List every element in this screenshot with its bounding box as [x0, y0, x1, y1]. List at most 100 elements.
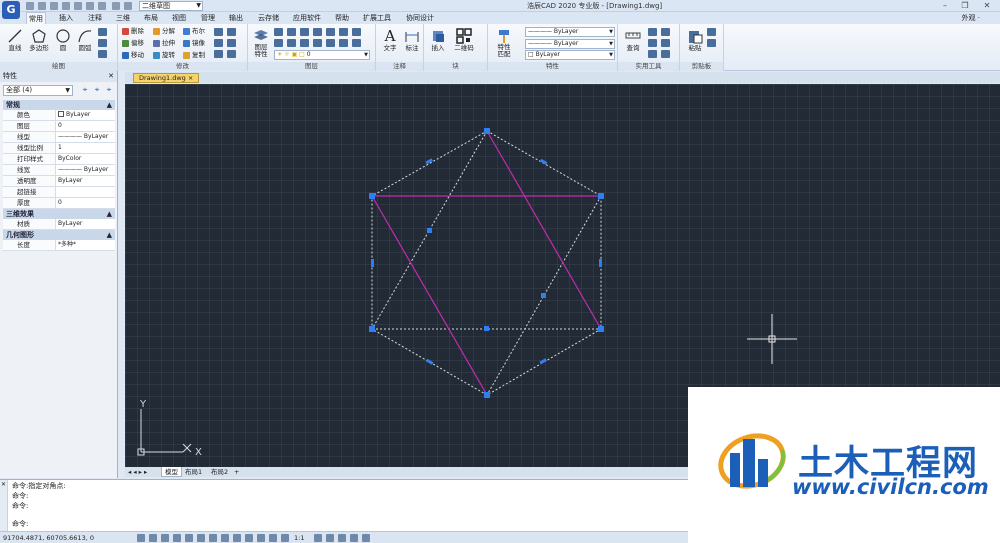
tab-manage[interactable]: 管理 — [199, 12, 217, 24]
dimension-button[interactable]: 标注 — [401, 28, 423, 53]
customize-status-icon[interactable] — [362, 534, 370, 542]
property-row[interactable]: 线型 ———— ByLayer — [3, 132, 115, 143]
property-row[interactable]: 厚度 0 — [3, 198, 115, 209]
close-icon[interactable]: ✕ — [980, 0, 994, 11]
open-file-icon[interactable] — [38, 2, 46, 10]
pickadd-icon[interactable]: ⌖ — [104, 85, 114, 95]
property-row[interactable]: 打印样式 ByColor — [3, 154, 115, 165]
insert-block-button[interactable]: 插入 — [427, 28, 449, 53]
tab-extensions[interactable]: 扩展工具 — [361, 12, 393, 24]
qrcode-button[interactable]: 二维码 — [451, 28, 477, 53]
arc-button[interactable]: 圆弧 — [74, 28, 96, 53]
layer-tool-icon[interactable] — [300, 38, 309, 47]
fullscreen-icon[interactable] — [350, 534, 358, 542]
copy-button[interactable]: 复制 — [183, 50, 205, 61]
line-button[interactable]: 直线 — [4, 28, 26, 53]
layer-tool-icon[interactable] — [339, 27, 348, 36]
layer-tool-icon[interactable] — [313, 27, 322, 36]
layer-tool-icon[interactable] — [274, 38, 283, 47]
tab-layout2[interactable]: 布局2 — [208, 467, 231, 477]
linetype-select[interactable]: ———— ByLayer ▼ — [525, 39, 615, 49]
section-geometry[interactable]: 几何图形 ▲ — [3, 230, 115, 240]
extend-icon[interactable] — [227, 27, 236, 36]
property-row[interactable]: 图层 0 — [3, 121, 115, 132]
layer-tool-icon[interactable] — [326, 27, 335, 36]
tab-cloud[interactable]: 云存储 — [256, 12, 281, 24]
hatch-icon[interactable] — [98, 38, 107, 47]
appearance-menu[interactable]: 外观 · — [962, 12, 980, 24]
color-select[interactable]: ———— ByLayer ▼ — [525, 27, 615, 37]
layer-tool-icon[interactable] — [287, 27, 296, 36]
tab-output[interactable]: 输出 — [227, 12, 245, 24]
lineweight-select[interactable]: □ ByLayer ▼ — [525, 50, 615, 60]
hexagon-polyline[interactable] — [371, 130, 602, 396]
rectangle-icon[interactable] — [98, 27, 107, 36]
snap-icon[interactable] — [149, 534, 157, 542]
isolate-icon[interactable] — [338, 534, 346, 542]
layer-tool-icon[interactable] — [287, 38, 296, 47]
tab-view[interactable]: 视图 — [170, 12, 188, 24]
rotate-button[interactable]: 旋转 — [153, 50, 175, 61]
property-row[interactable]: 材质 ByLayer — [3, 219, 115, 230]
property-row[interactable]: 线型比例 1 — [3, 143, 115, 154]
ellipse-icon[interactable] — [98, 49, 107, 58]
layer-tool-icon[interactable] — [352, 27, 361, 36]
list-icon[interactable] — [661, 49, 670, 58]
match-icon[interactable] — [112, 2, 120, 10]
delete-button[interactable]: 删除 — [122, 26, 144, 37]
select-icon[interactable] — [661, 27, 670, 36]
section-3d-effects[interactable]: 三维效果 ▲ — [3, 209, 115, 219]
move-button[interactable]: 移动 — [122, 50, 144, 61]
polygon-button[interactable]: 多边形 — [27, 28, 51, 53]
explode-button[interactable]: 分解 — [153, 26, 175, 37]
grip-points[interactable] — [369, 128, 604, 398]
property-row[interactable]: 长度 *多种* — [3, 240, 115, 251]
ortho-icon[interactable] — [161, 534, 169, 542]
section-general[interactable]: 常规 ▲ — [3, 100, 115, 110]
property-row[interactable]: 颜色 ByLayer — [3, 110, 115, 121]
polar-icon[interactable] — [173, 534, 181, 542]
paste-button[interactable]: 粘贴 — [684, 28, 706, 53]
property-row[interactable]: 线宽 ———— ByLayer — [3, 165, 115, 176]
id-point-icon[interactable] — [661, 38, 670, 47]
tab-help[interactable]: 帮助 — [333, 12, 351, 24]
save-as-icon[interactable] — [62, 2, 70, 10]
layer-select[interactable]: ☀ ☼ ▣ □ 0 ▼ — [274, 50, 370, 60]
copy-clip-icon[interactable] — [707, 27, 716, 36]
undo-icon[interactable] — [86, 2, 94, 10]
trim-icon[interactable] — [214, 27, 223, 36]
redo-icon[interactable] — [98, 2, 106, 10]
boolean-button[interactable]: 布尔 — [183, 26, 205, 37]
calculator-icon[interactable] — [648, 27, 657, 36]
dyn-icon[interactable] — [221, 534, 229, 542]
layer-tool-icon[interactable] — [326, 38, 335, 47]
layout-nav-first-icon[interactable]: ◂ ◂ ▸ ▸ — [125, 467, 150, 477]
workspace-switch-icon[interactable] — [314, 534, 322, 542]
selection-cycling-icon[interactable] — [269, 534, 277, 542]
text-button[interactable]: A 文字 — [379, 28, 401, 53]
layer-properties-button[interactable]: 图层 特性 — [250, 28, 272, 58]
selection-select[interactable]: 全部 (4) ▼ — [3, 85, 73, 96]
annotation-icon[interactable] — [281, 534, 289, 542]
app-logo-icon[interactable]: G — [2, 1, 20, 19]
select-objects-icon[interactable]: ⌖ — [92, 85, 102, 95]
match-properties-button[interactable]: 特性 匹配 — [492, 28, 516, 58]
chamfer-icon[interactable] — [227, 49, 236, 58]
workspace-select[interactable]: 二维草图 ▼ — [139, 1, 203, 11]
tab-home[interactable]: 常用 — [26, 12, 46, 24]
property-row[interactable]: 超链接 — [3, 187, 115, 198]
restore-icon[interactable]: ❐ — [958, 0, 972, 11]
mirror-button[interactable]: 镜像 — [183, 38, 205, 49]
circle-button[interactable]: 圆 — [52, 28, 74, 53]
tab-insert[interactable]: 插入 — [57, 12, 75, 24]
ducs-icon[interactable] — [209, 534, 217, 542]
print-icon[interactable] — [74, 2, 82, 10]
tab-model[interactable]: 模型 — [161, 467, 182, 477]
tab-layout1[interactable]: 布局1 — [182, 467, 205, 477]
save-icon[interactable] — [50, 2, 58, 10]
tab-annotate[interactable]: 注释 — [86, 12, 104, 24]
magenta-triangle[interactable] — [371, 130, 602, 396]
close-icon[interactable]: ✕ — [0, 480, 7, 489]
grid-icon[interactable] — [648, 38, 657, 47]
stretch-button[interactable]: 拉伸 — [153, 38, 175, 49]
